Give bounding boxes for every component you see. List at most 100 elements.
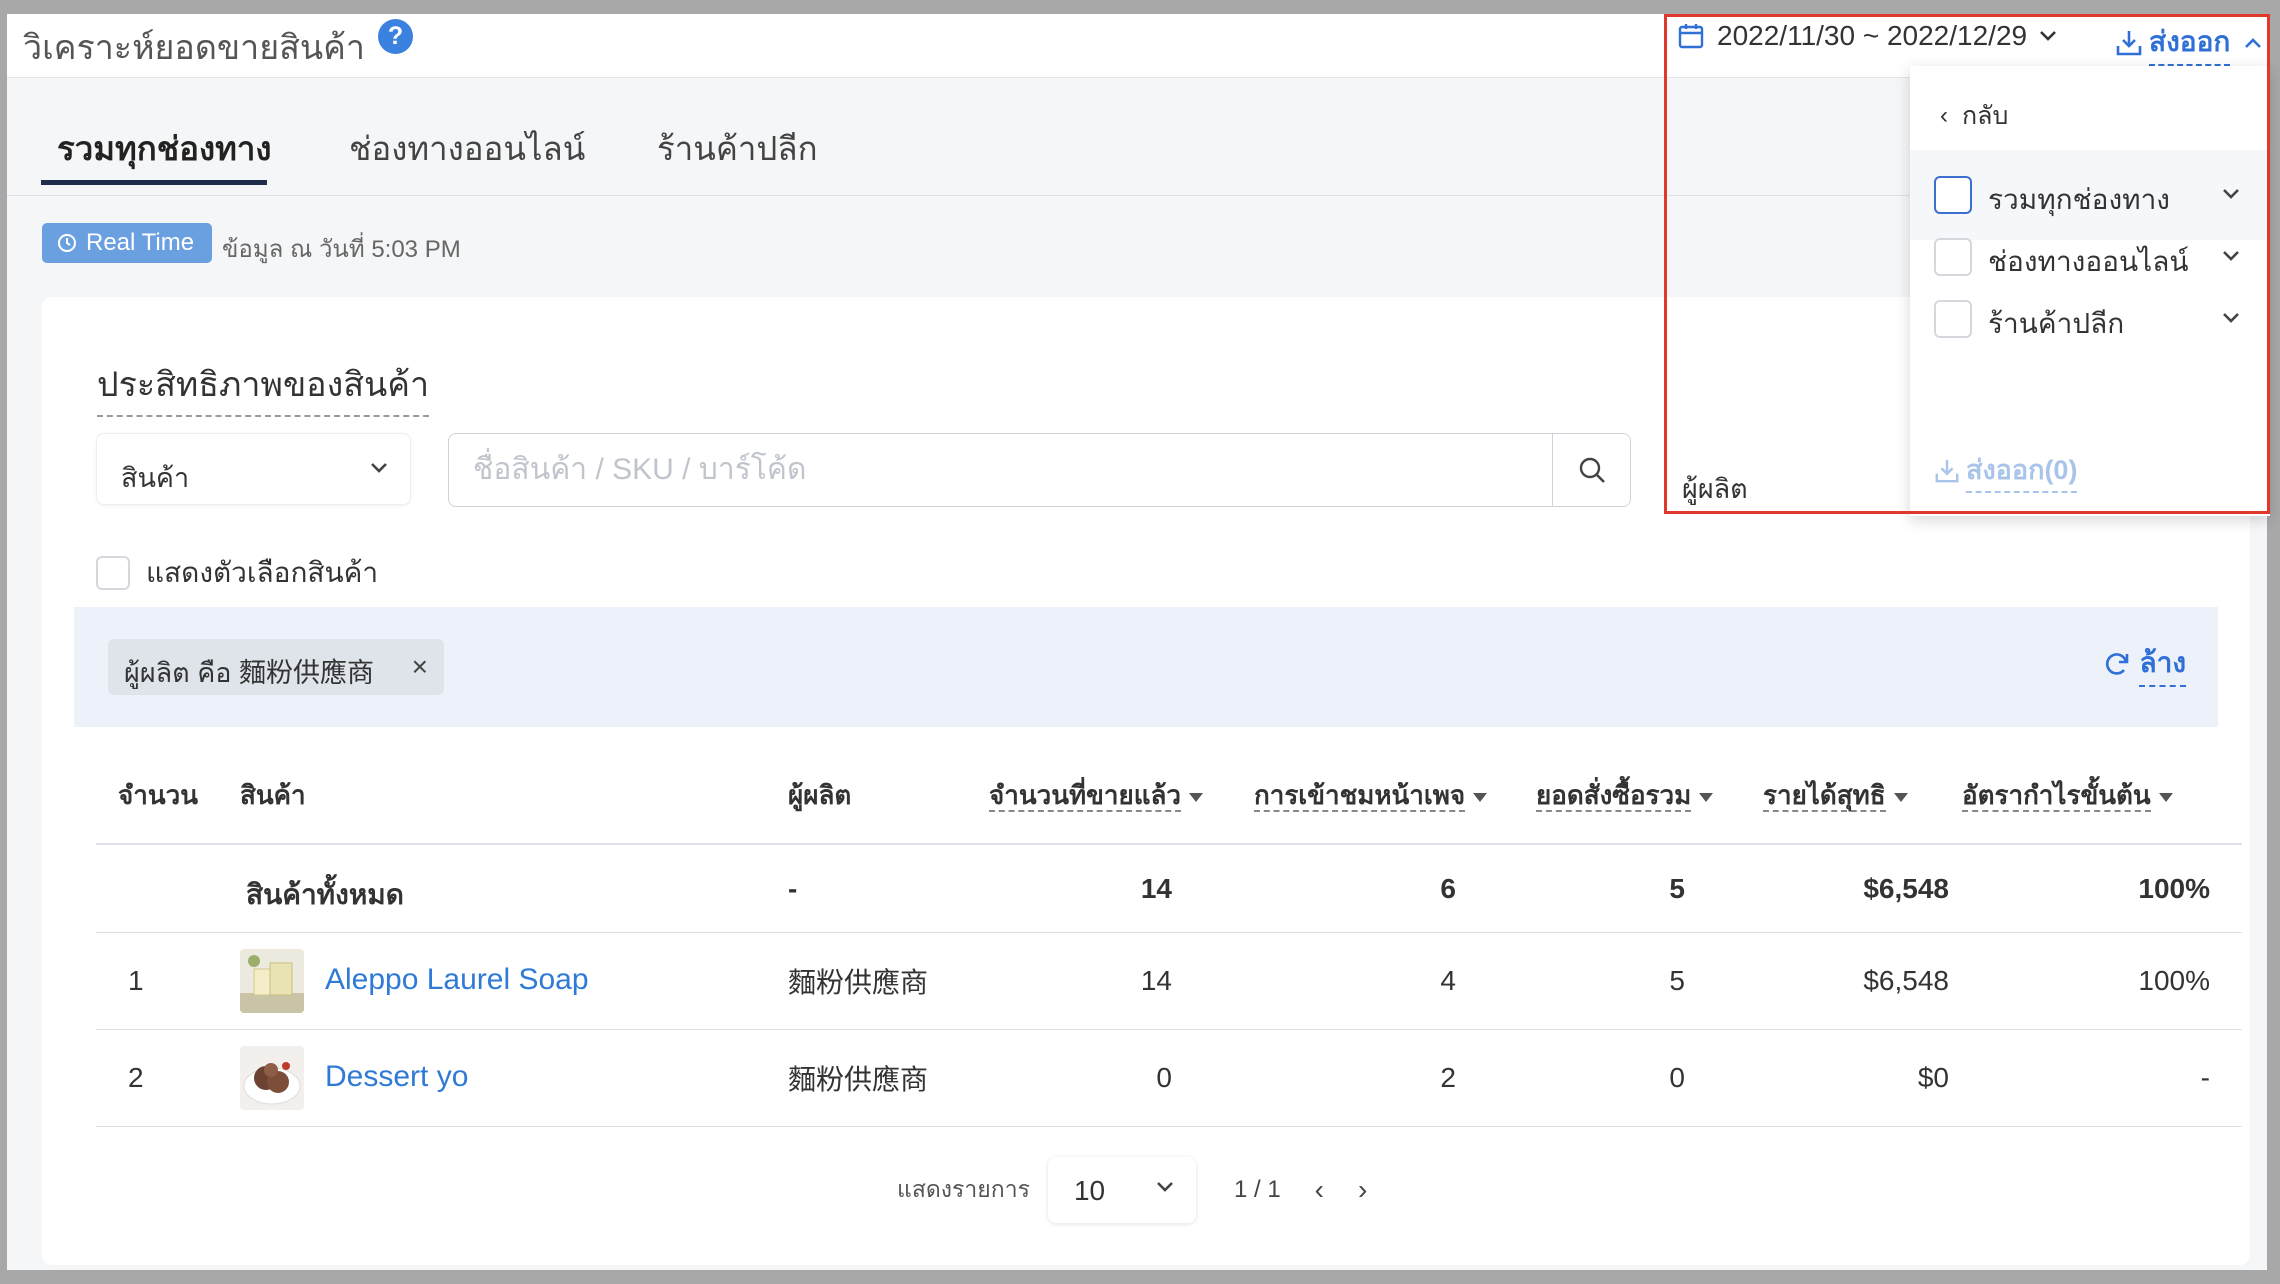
chevron-up-icon xyxy=(2245,38,2262,48)
filter-chip-label: ผู้ผลิต คือ 麵粉供應商 xyxy=(124,658,375,688)
col-header-revenue-label: รายได้สุทธิ xyxy=(1763,780,1886,812)
sort-caret-icon xyxy=(2158,792,2173,802)
col-header-product: สินค้า xyxy=(240,780,306,810)
export-label: ส่งออก xyxy=(2149,20,2231,66)
page-size-select[interactable]: 10 xyxy=(1047,1157,1196,1223)
sort-caret-icon xyxy=(1473,792,1488,802)
col-header-orders-label: ยอดสั่งซื้อรวม xyxy=(1536,780,1692,812)
section-title: ประสิทธิภาพของสินค้า xyxy=(97,357,430,417)
download-icon xyxy=(1935,459,1959,482)
vendor-filter-label[interactable]: ผู้ผลิต xyxy=(1682,467,1748,510)
search-type-value: สินค้า xyxy=(121,463,190,493)
export-option-checkbox[interactable] xyxy=(1934,238,1972,276)
chevron-left-icon: ‹ xyxy=(1940,102,1948,129)
close-icon[interactable]: × xyxy=(412,651,428,683)
export-count-label: ส่งออก(0) xyxy=(1966,448,2078,493)
filter-chip-vendor: ผู้ผลิต คือ 麵粉供應商 × xyxy=(108,639,444,695)
prev-page-button[interactable]: ‹ xyxy=(1315,1174,1324,1206)
export-option-retail[interactable]: ร้านค้าปลีก xyxy=(1910,274,2270,364)
date-range-picker[interactable]: 2022/11/30 ~ 2022/12/29 xyxy=(1677,20,2069,52)
active-tab-indicator xyxy=(41,180,267,185)
row-no: 2 xyxy=(128,1062,144,1093)
history-icon xyxy=(58,234,76,252)
row-views: 2 xyxy=(1440,1062,1456,1093)
realtime-label: Real Time xyxy=(86,229,195,256)
product-table: จำนวน สินค้า ผู้ผลิต จำนวนที่ขายแล้ว การ… xyxy=(96,727,2242,1127)
page-size-value: 10 xyxy=(1073,1175,1106,1206)
search-button[interactable] xyxy=(1552,434,1630,506)
help-icon[interactable]: ? xyxy=(378,19,413,54)
reset-label: ล้าง xyxy=(2139,641,2186,687)
page-size-label: แสดงรายการ xyxy=(897,1176,1030,1202)
show-options-toggle[interactable]: แสดงตัวเลือกสินค้า xyxy=(96,551,378,595)
col-header-views[interactable]: การเข้าชมหน้าเพจ xyxy=(1254,775,1488,816)
tab-all-channels[interactable]: รวมทุกช่องทาง xyxy=(57,122,271,175)
search-box xyxy=(448,433,1631,507)
col-header-sold[interactable]: จำนวนที่ขายแล้ว xyxy=(989,775,1204,816)
row-margin: 100% xyxy=(2138,965,2210,996)
col-header-vendor: ผู้ผลิต xyxy=(788,780,852,810)
show-options-checkbox[interactable] xyxy=(96,556,130,590)
refresh-icon xyxy=(2106,653,2129,675)
row-revenue: $0 xyxy=(1917,1062,1949,1093)
total-views: 6 xyxy=(1440,873,1456,904)
export-button[interactable]: ส่งออก xyxy=(2115,20,2262,66)
row-margin: - xyxy=(2200,1062,2210,1093)
data-timestamp: ข้อมูล ณ วันที่ 5:03 PM xyxy=(222,236,461,263)
chevron-down-icon[interactable] xyxy=(2222,312,2240,324)
date-range-value: 2022/11/30 ~ 2022/12/29 xyxy=(1717,20,2028,51)
sort-caret-icon xyxy=(1699,792,1714,802)
col-header-no: จำนวน xyxy=(118,780,198,810)
pagination: แสดงรายการ 10 1 / 1 ‹ › xyxy=(897,1157,1367,1223)
app-window: วิเคราะห์ยอดขายสินค้า ? 2022/11/30 ~ 202… xyxy=(7,14,2270,1270)
total-orders: 5 xyxy=(1669,873,1685,904)
row-sold: 14 xyxy=(1140,965,1172,996)
search-input[interactable] xyxy=(449,434,1552,506)
row-views: 4 xyxy=(1440,965,1456,996)
product-link[interactable]: Dessert yo xyxy=(325,1060,468,1094)
row-orders: 0 xyxy=(1669,1062,1685,1093)
sort-caret-icon xyxy=(1893,792,1908,802)
next-page-button[interactable]: › xyxy=(1358,1174,1367,1206)
col-header-margin-label: อัตรากำไรขั้นต้น xyxy=(1962,780,2151,812)
search-type-select[interactable]: สินค้า xyxy=(96,433,411,505)
row-revenue: $6,548 xyxy=(1863,965,1949,996)
chevron-down-icon[interactable] xyxy=(2222,250,2240,262)
product-thumbnail[interactable] xyxy=(240,1046,304,1110)
back-label: กลับ xyxy=(1962,102,2009,130)
tab-retail[interactable]: ร้านค้าปลีก xyxy=(657,122,818,175)
realtime-badge: Real Time xyxy=(42,223,212,263)
col-header-orders[interactable]: ยอดสั่งซื้อรวม xyxy=(1536,775,1714,816)
export-dropdown-menu: ‹ กลับ รวมทุกช่องทาง ช่องทางออนไลน์ ร้าน… xyxy=(1910,66,2270,516)
export-option-checkbox[interactable] xyxy=(1934,300,1972,338)
download-icon xyxy=(2116,31,2142,56)
active-filter-bar: ผู้ผลิต คือ 麵粉供應商 × ล้าง xyxy=(74,607,2218,727)
row-orders: 5 xyxy=(1669,965,1685,996)
col-header-revenue[interactable]: รายได้สุทธิ xyxy=(1763,775,1908,816)
sort-caret-icon xyxy=(1189,792,1204,802)
table-header: จำนวน สินค้า ผู้ผลิต จำนวนที่ขายแล้ว การ… xyxy=(96,727,2242,845)
chevron-down-icon[interactable] xyxy=(2222,188,2240,200)
row-vendor: 麵粉供應商 xyxy=(788,967,929,998)
calendar-icon xyxy=(1678,24,1704,49)
col-header-sold-label: จำนวนที่ขายแล้ว xyxy=(989,780,1182,812)
col-header-views-label: การเข้าชมหน้าเพจ xyxy=(1254,780,1466,812)
reset-filters-button[interactable]: ล้าง xyxy=(2103,641,2186,687)
total-sold: 14 xyxy=(1140,873,1172,904)
table-total-row: สินค้าทั้งหมด - 14 6 5 $6,548 100% xyxy=(96,845,2242,933)
export-option-checkbox[interactable] xyxy=(1934,176,1972,214)
export-confirm-button[interactable]: ส่งออก(0) xyxy=(1934,448,2078,493)
row-sold: 0 xyxy=(1156,1062,1172,1093)
chevron-down-icon xyxy=(1157,1182,1173,1192)
total-margin: 100% xyxy=(2138,873,2210,904)
chevron-down-icon xyxy=(2040,31,2057,41)
show-options-label: แสดงตัวเลือกสินค้า xyxy=(146,557,379,588)
page-info: 1 / 1 xyxy=(1233,1176,1281,1203)
total-revenue: $6,548 xyxy=(1863,873,1949,904)
product-thumbnail[interactable] xyxy=(240,949,304,1013)
tab-online[interactable]: ช่องทางออนไลน์ xyxy=(349,122,585,175)
row-vendor: 麵粉供應商 xyxy=(788,1064,929,1095)
back-button[interactable]: ‹ กลับ xyxy=(1940,96,2008,136)
product-link[interactable]: Aleppo Laurel Soap xyxy=(325,963,589,997)
col-header-margin[interactable]: อัตรากำไรขั้นต้น xyxy=(1962,775,2173,816)
